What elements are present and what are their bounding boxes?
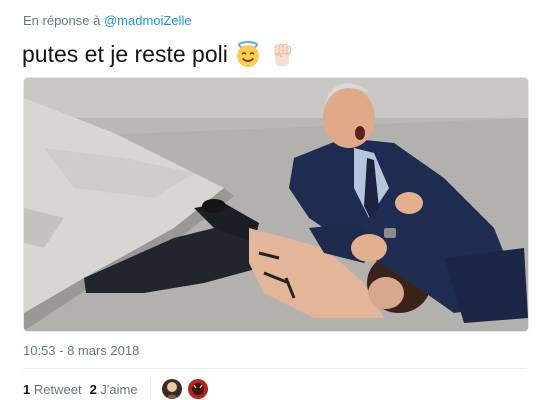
mention-link[interactable]: @madmoiZelle [104,13,192,28]
reply-context: En réponse à @madmoiZelle [23,13,192,28]
retweet-label: Retweet [33,381,82,397]
tweet-photo[interactable] [23,77,529,332]
tweet-text: putes et je reste poli [22,38,296,70]
tweet-timestamp[interactable]: 10:53 - 8 mars 2018 [23,343,139,358]
avatar[interactable] [186,378,209,400]
like-label: J'aime [100,381,138,397]
retweet-stat[interactable]: 1 Retweet [23,382,82,397]
avatar[interactable] [160,378,183,400]
tweet-container: En réponse à @madmoiZelle putes et je re… [0,0,539,400]
stats-separator [149,378,151,400]
raised-fist-emoji-icon [268,40,296,68]
divider [23,368,527,369]
angel-face-emoji-icon [234,40,262,68]
like-count: 2 [89,381,97,397]
reply-prefix: En réponse à [23,13,104,28]
tweet-stats: 1 Retweet 2 J'aime [23,378,213,400]
retweet-count: 1 [23,381,31,397]
like-stat[interactable]: 2 J'aime [90,382,138,397]
tweet-body: putes et je reste poli [22,41,228,67]
